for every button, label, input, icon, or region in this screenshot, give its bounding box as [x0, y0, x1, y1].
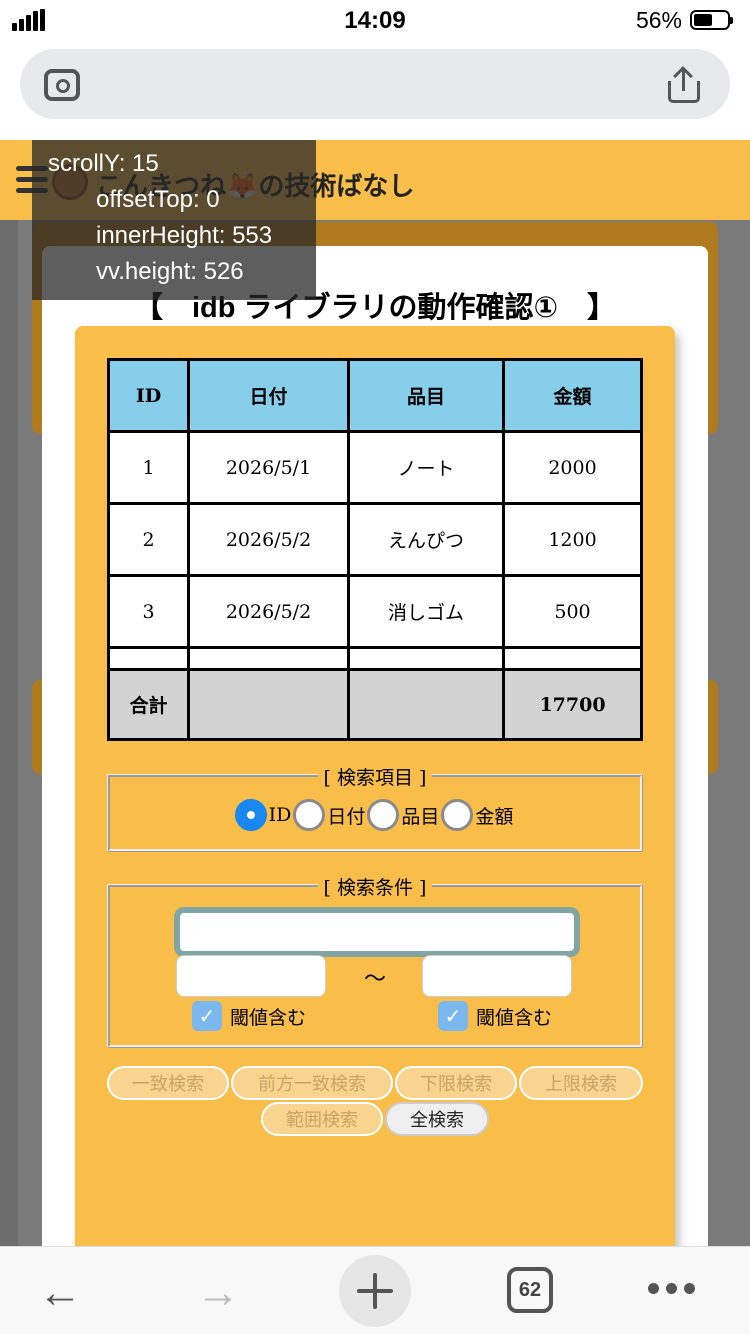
check-icon: ✓: [438, 1001, 468, 1031]
table-cell: 500: [502, 574, 643, 649]
column-header: 金額: [502, 358, 643, 433]
table-cell: 消しゴム: [347, 574, 505, 649]
threshold-from-checkbox[interactable]: ✓ 閾値含む: [192, 1001, 306, 1031]
more-icon[interactable]: [648, 1283, 696, 1295]
debug-scroll-y: scrollY: 15: [48, 150, 159, 177]
table-cell: 1200: [502, 502, 643, 577]
forward-arrow-icon[interactable]: →: [196, 1271, 240, 1315]
prefix-search-button[interactable]: 前方一致検索: [231, 1066, 393, 1100]
threshold-to-checkbox[interactable]: ✓ 閾値含む: [438, 1001, 552, 1031]
table-cell: 2000: [502, 430, 643, 505]
debug-inner-height: innerHeight: 553: [96, 222, 273, 249]
range-separator: 〜: [363, 966, 386, 991]
table-row-partial: [107, 646, 643, 671]
exact-search-button[interactable]: 一致検索: [107, 1066, 229, 1100]
table-header-row: ID 日付 品目 金額: [107, 358, 643, 433]
check-icon: ✓: [192, 1001, 222, 1031]
search-field-group: [ 検索項目 ] ID 日付 品目 金額: [107, 767, 643, 852]
url-bar[interactable]: [20, 49, 730, 119]
camera-search-icon[interactable]: [44, 69, 80, 101]
table-cell: えんぴつ: [347, 502, 505, 577]
battery-icon: [690, 10, 733, 30]
table-cell: 2026/5/2: [187, 574, 350, 649]
data-table: ID 日付 品目 金額 1 2026/5/1 ノート 2000 2 2026/5…: [107, 358, 643, 741]
upper-bound-search-button[interactable]: 上限検索: [519, 1066, 643, 1100]
column-header: 品目: [347, 358, 505, 433]
debug-overlay: scrollY: 15 offsetTop: 0 innerHeight: 55…: [32, 140, 316, 300]
all-search-button[interactable]: 全検索: [385, 1102, 489, 1136]
battery-percent: 56%: [635, 7, 682, 33]
new-tab-button[interactable]: [339, 1255, 411, 1327]
table-cell: 3: [107, 574, 190, 649]
table-cell: 2: [107, 502, 190, 577]
browser-toolbar: [0, 44, 750, 140]
search-condition-group: [ 検索条件 ] 〜 ✓ 閾値含む ✓ 閾値含む: [107, 877, 643, 1048]
radio-amount[interactable]: 金額: [441, 799, 515, 831]
radio-id[interactable]: ID: [234, 799, 294, 831]
range-from-input[interactable]: [176, 955, 326, 997]
web-page: こんきつね🦊の技術ばなし 【 idb ライブラリの動作確認① 】 ID 日付 品…: [0, 140, 750, 1246]
column-header: 日付: [187, 358, 350, 433]
search-condition-legend: [ 検索条件 ]: [317, 877, 433, 899]
debug-vv-height: vv.height: 526: [96, 258, 244, 285]
browser-bottom-toolbar: ← → 62: [0, 1246, 750, 1334]
share-icon[interactable]: [668, 66, 700, 103]
table-row: 1 2026/5/1 ノート 2000: [107, 430, 643, 505]
search-input[interactable]: [174, 907, 580, 957]
range-to-input[interactable]: [422, 955, 572, 997]
tab-count-button[interactable]: 62: [507, 1267, 553, 1313]
radio-date[interactable]: 日付: [293, 799, 367, 831]
radio-item[interactable]: 品目: [367, 799, 441, 831]
left-edge: [0, 220, 18, 1246]
table-row: 2 2026/5/2 えんぴつ 1200: [107, 502, 643, 577]
total-amount: 17700: [502, 668, 643, 741]
table-cell: 2026/5/2: [187, 502, 350, 577]
range-search-button[interactable]: 範囲検索: [261, 1102, 383, 1136]
table-cell: 2026/5/1: [187, 430, 350, 505]
column-header: ID: [107, 358, 190, 433]
demo-panel: ID 日付 品目 金額 1 2026/5/1 ノート 2000 2 2026/5…: [75, 326, 675, 1246]
debug-offset-top: offsetTop: 0: [96, 186, 220, 213]
back-arrow-icon[interactable]: ←: [38, 1271, 82, 1315]
total-label: 合計: [107, 668, 190, 741]
table-total-row: 合計 17700: [107, 668, 643, 741]
status-bar: 14:09 56%: [0, 0, 750, 44]
table-cell: ノート: [347, 430, 505, 505]
search-field-legend: [ 検索項目 ]: [317, 767, 433, 789]
table-cell: 1: [107, 430, 190, 505]
lower-bound-search-button[interactable]: 下限検索: [395, 1066, 517, 1100]
table-row: 3 2026/5/2 消しゴム 500: [107, 574, 643, 649]
